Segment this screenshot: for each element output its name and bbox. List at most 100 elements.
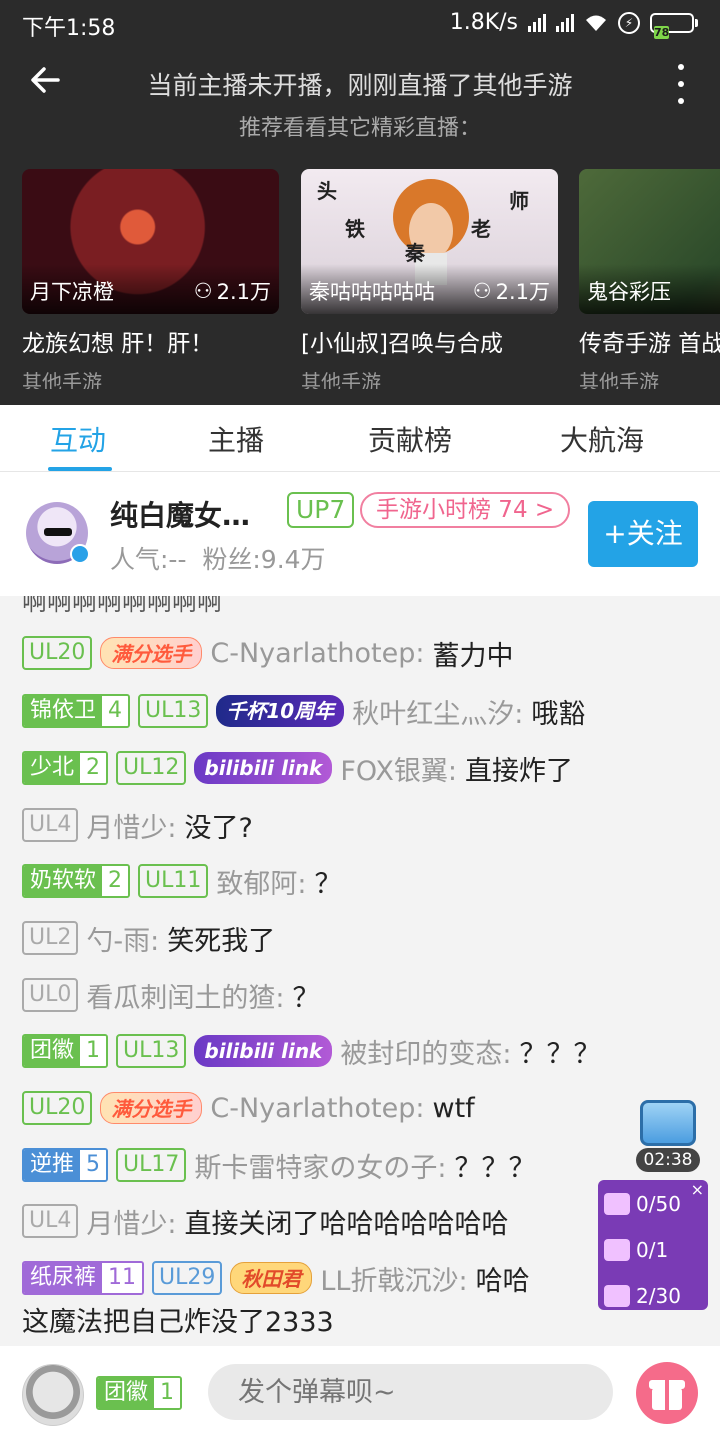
chat-username[interactable]: C-Nyarlathotep: [210, 1093, 424, 1124]
chat-message: 奶软软 2 UL11 致郁阿: ？ [22, 862, 341, 900]
task-icon [604, 1239, 630, 1261]
tab-voyage[interactable]: 大航海 [560, 419, 644, 459]
title-badge: 千杯10周年 [216, 695, 345, 727]
chat-username[interactable]: 月惜少: [86, 1202, 176, 1241]
card-title: [小仙叔]召唤与合成 [301, 331, 503, 357]
chat-username[interactable]: 看瓜刺闰土的猹: [86, 976, 284, 1015]
card-title: 龙族幻想 肝！肝！ [22, 331, 214, 357]
chat-message: UL4 月惜少: 没了? [22, 806, 253, 844]
chat-message: 逆推 5 UL17 斯卡雷特家の女の子: ？？？ [22, 1146, 535, 1184]
fan-medal: 少北 2 [22, 751, 109, 785]
fan-medal[interactable]: 团徽 1 [96, 1376, 183, 1410]
battery-level: 78 [654, 25, 670, 39]
chat-text: wtf [432, 1092, 475, 1124]
recommend-card[interactable]: 头 铁 秦 老 师 秦咕咕咕咕咕 ⚇ 2.1万 [小仙叔]召唤与合成 其他手游 [301, 169, 558, 389]
chat-text-continued: 这魔法把自己炸没了2333 [22, 1307, 334, 1338]
signal-icon [528, 13, 546, 32]
tab-indicator [48, 467, 112, 471]
tab-interaction[interactable]: 互动 [50, 419, 106, 459]
anchor-stats: 人气:-- 粉丝:9.4万 [110, 540, 326, 576]
net-speed: 1.8K/s [449, 10, 518, 35]
chat-username[interactable]: 秋叶红尘灬汐: [352, 692, 523, 731]
rank-badge[interactable]: 手游小时榜 74 > [360, 492, 571, 528]
recommend-hint: 推荐看看其它精彩直播： [238, 116, 481, 141]
card-title: 传奇手游 首战 [579, 331, 720, 357]
fans-label: 粉丝:9.4万 [202, 545, 326, 574]
anchor-avatar[interactable] [26, 502, 90, 564]
gift-button[interactable] [636, 1362, 698, 1424]
overlay-char: 师 [509, 189, 529, 213]
chat-text: 蓄力中 [432, 640, 514, 672]
room-tabs: 互动 主播 贡献榜 大航海 [0, 405, 720, 472]
user-level-badge: UL29 [152, 1261, 223, 1295]
input-bar: 团徽 1 [0, 1346, 720, 1440]
task-panel[interactable]: × 0/50 0/1 2/30 [598, 1180, 708, 1310]
offline-notice: 当前主播未开播，刚刚直播了其他手游 [147, 71, 573, 100]
user-avatar[interactable] [22, 1364, 84, 1426]
card-anchor: 秦咕咕咕咕咕 [309, 280, 435, 304]
chat-username[interactable]: FOX银翼: [340, 749, 457, 788]
chat-message: 纸尿裤 11 UL29 秋田君 LL折戟沉沙: 哈哈 [22, 1259, 530, 1297]
chat-username[interactable]: 被封印的变态: [340, 1032, 511, 1071]
tab-anchor[interactable]: 主播 [208, 419, 264, 459]
card-thumbnail: 月下凉橙 ⚇ 2.1万 [22, 169, 279, 314]
overlay-char: 头 [317, 179, 337, 203]
chat-message: UL20 满分选手 C-Nyarlathotep: wtf [22, 1089, 475, 1127]
chat-text: 哦豁 [531, 698, 586, 730]
chat-username[interactable]: 勺-雨: [86, 919, 159, 958]
fan-medal: 纸尿裤 11 [22, 1261, 145, 1295]
title-badge: 满分选手 [100, 1092, 203, 1124]
task-item: 2/30 [604, 1284, 681, 1308]
sunglasses-icon [44, 528, 72, 536]
user-level-badge: UL11 [138, 864, 209, 898]
recommend-card[interactable]: 鬼谷彩压 传奇手游 首战 其他手游 [579, 169, 720, 389]
status-time: 下午1:58 [22, 16, 116, 41]
recommend-card[interactable]: 月下凉橙 ⚇ 2.1万 龙族幻想 肝！肝！ 其他手游 [22, 169, 279, 389]
chat-message: UL2 勺-雨: 笑死我了 [22, 919, 275, 957]
user-level-badge: UL13 [116, 1034, 187, 1068]
chat-username[interactable]: 致郁阿: [216, 862, 306, 901]
task-item: 0/1 [604, 1238, 668, 1262]
fan-medal: 锦依卫 4 [22, 694, 131, 728]
charging-icon: ⚡ [618, 11, 640, 34]
anchor-level-badge: UP7 [287, 492, 355, 528]
close-icon[interactable]: × [691, 1180, 704, 1199]
chat-text: 没了? [184, 812, 253, 844]
viewers-icon: ⚇ [193, 279, 213, 303]
recommend-cards: 月下凉橙 ⚇ 2.1万 龙族幻想 肝！肝！ 其他手游 头 铁 秦 老 师 秦咕咕咕… [22, 169, 720, 389]
battery-icon: 78 [650, 12, 698, 39]
task-item: 0/50 [604, 1192, 681, 1216]
wifi-icon [586, 15, 606, 31]
card-category: 其他手游 [301, 370, 381, 389]
popularity-label: 人气:-- [110, 545, 187, 574]
viewers-icon: ⚇ [472, 279, 492, 303]
follow-button[interactable]: +关注 [588, 501, 698, 567]
chat-username[interactable]: LL折戟沉沙: [320, 1259, 467, 1298]
treasure-chest-icon [640, 1100, 696, 1146]
title-badge: 秋田君 [230, 1262, 313, 1294]
danmaku-input[interactable] [208, 1364, 613, 1420]
user-level-badge: UL4 [22, 1204, 79, 1238]
anchor-info: 纯白魔女… UP7 手游小时榜 74 > 人气:-- 粉丝:9.4万 +关注 [0, 472, 720, 596]
chat-message: 少北 2 UL12 bilibili link FOX银翼: 直接炸了 [22, 749, 573, 787]
status-bar: 下午1:58 1.8K/s ⚡ 78 [0, 0, 720, 46]
chat-text: 笑死我了 [167, 925, 276, 957]
chat-message-partial: 啊啊啊啊啊啊啊啊 [22, 596, 223, 616]
chat-username[interactable]: 月惜少: [86, 806, 176, 845]
chat-message: UL0 看瓜刺闰土的猹: ？ [22, 976, 319, 1014]
treasure-chest-widget[interactable]: 02:38 [636, 1100, 700, 1172]
anchor-name: 纯白魔女… [110, 499, 251, 532]
fan-medal: 团徽 1 [22, 1034, 109, 1068]
tab-contribution[interactable]: 贡献榜 [368, 419, 452, 459]
user-level-badge: UL12 [116, 751, 187, 785]
overlay-char: 铁 [345, 217, 365, 241]
chat-username[interactable]: C-Nyarlathotep: [210, 638, 424, 669]
chat-username[interactable]: 斯卡雷特家の女の子: [194, 1146, 446, 1185]
card-thumbnail: 头 铁 秦 老 师 秦咕咕咕咕咕 ⚇ 2.1万 [301, 169, 558, 314]
chat-message: 锦依卫 4 UL13 千杯10周年 秋叶红尘灬汐: 哦豁 [22, 692, 585, 730]
card-thumbnail: 鬼谷彩压 [579, 169, 720, 314]
more-icon[interactable] [676, 64, 686, 104]
card-anchor: 月下凉橙 [30, 280, 114, 304]
task-icon [604, 1193, 630, 1215]
chevron-right-icon: > [534, 497, 555, 523]
